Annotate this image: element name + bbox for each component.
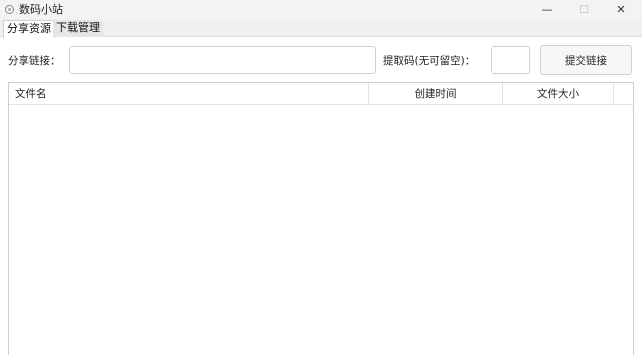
minimize-button[interactable]: —: [530, 0, 564, 19]
app-icon: [5, 5, 14, 14]
tab-download-manager[interactable]: 下载管理: [53, 20, 103, 37]
tab-share-resources[interactable]: 分享资源: [3, 20, 55, 38]
tab-bar: 分享资源 下载管理: [0, 19, 642, 38]
file-list-header: 文件名 创建时间 文件大小: [9, 83, 633, 105]
share-link-label: 分享链接：: [8, 55, 61, 67]
minimize-icon: —: [541, 3, 553, 16]
close-icon: ✕: [616, 3, 626, 16]
submit-link-button[interactable]: 提交链接: [540, 45, 632, 75]
file-list-body[interactable]: [9, 105, 633, 355]
window-title: 数码小站: [19, 3, 63, 16]
column-header-filename[interactable]: 文件名: [9, 83, 369, 105]
maximize-button[interactable]: ☐: [567, 0, 601, 19]
column-header-file-size[interactable]: 文件大小: [503, 83, 614, 105]
close-button[interactable]: ✕: [604, 0, 638, 19]
share-link-input[interactable]: [69, 46, 376, 74]
maximize-icon: ☐: [579, 3, 589, 16]
extract-code-label: 提取码(无可留空)：: [383, 55, 476, 67]
extract-code-input[interactable]: [491, 46, 530, 74]
file-list[interactable]: 文件名 创建时间 文件大小: [8, 82, 634, 355]
title-bar: 数码小站 — ☐ ✕: [0, 0, 642, 19]
column-header-created-time[interactable]: 创建时间: [369, 83, 503, 105]
